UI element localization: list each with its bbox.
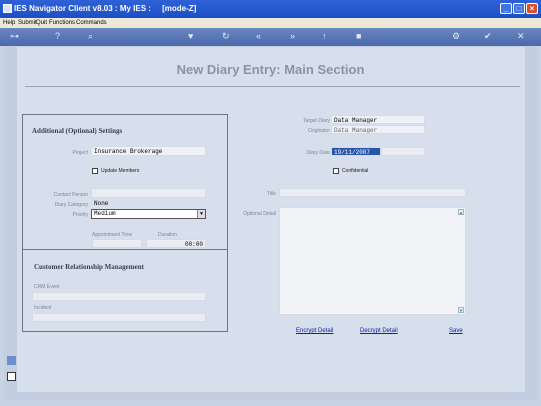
appointment-time-field[interactable]	[92, 239, 142, 248]
menu-functions[interactable]: Functions	[49, 20, 75, 26]
key-icon[interactable]: ⊶	[10, 31, 19, 42]
crm-heading: Customer Relationship Management	[34, 263, 144, 271]
window-mode-text: [mode-Z]	[162, 4, 197, 13]
chevron-down-icon[interactable]: ▼	[197, 210, 205, 218]
minimize-button[interactable]: _	[500, 3, 512, 14]
document-icon[interactable]	[7, 372, 16, 381]
window-title-text: IES Navigator Client v8.03 : My IES :	[14, 4, 151, 13]
priority-label: Priority	[72, 212, 88, 218]
maximize-button[interactable]: □	[513, 3, 525, 14]
menu-commands[interactable]: Commands	[76, 20, 107, 26]
crm-event-label: CRM Event	[34, 284, 60, 290]
diary-date-extra[interactable]	[381, 147, 425, 156]
panel-divider	[22, 249, 228, 250]
settings-heading: Additional (Optional) Settings	[32, 127, 123, 135]
back-icon[interactable]: «	[256, 31, 261, 41]
scroll-up-icon[interactable]: ▲	[458, 209, 464, 215]
window-title: IES Navigator Client v8.03 : My IES : [m…	[14, 4, 196, 13]
diary-date-field[interactable]: 19/11/2007	[331, 147, 381, 156]
confidential-label: Confidential	[342, 168, 369, 174]
window-titlebar: IES Navigator Client v8.03 : My IES : [m…	[0, 0, 541, 18]
cancel-icon[interactable]: ✕	[517, 31, 525, 42]
stop-icon[interactable]: ■	[356, 31, 361, 41]
title-divider	[25, 86, 520, 87]
menu-bar: Help Submit Quit Functions Commands	[0, 18, 541, 28]
accept-icon[interactable]: ✔	[484, 31, 492, 42]
optional-detail-field[interactable]: ▲ ▼	[279, 207, 466, 315]
toolbar: ⊶ ? ⌕ ♥ ↻ « » ↑ ■ ⚙ ✔ ✕	[0, 28, 541, 46]
up-icon[interactable]: ↑	[322, 31, 327, 41]
duration-label: Duration	[158, 232, 177, 238]
title-field[interactable]	[279, 188, 466, 197]
duration-field[interactable]: 00:00	[146, 239, 206, 248]
menu-submit[interactable]: Submit	[18, 20, 37, 26]
priority-select[interactable]: Medium ▼	[91, 209, 206, 219]
update-members-label: Update Members	[101, 168, 140, 174]
settings-icon[interactable]: ⚙	[452, 31, 460, 42]
incident-field[interactable]	[32, 313, 206, 322]
app-icon	[3, 4, 12, 13]
note-icon[interactable]	[7, 356, 16, 365]
scroll-down-icon[interactable]: ▼	[458, 307, 464, 313]
target-diary-field[interactable]: Data Manager	[331, 115, 425, 124]
encrypt-detail-link[interactable]: Encrypt Detail	[296, 328, 333, 334]
optional-detail-label: Optional Detail	[243, 211, 276, 217]
priority-value: Medium	[94, 210, 116, 217]
title-label: Title	[266, 191, 276, 197]
originator-field: Data Manager	[331, 125, 425, 134]
page-title: New Diary Entry: Main Section	[176, 62, 365, 77]
project-label: Project	[72, 150, 88, 156]
contact-person-field[interactable]	[91, 188, 206, 198]
target-diary-label: Target Diary	[303, 118, 330, 124]
detail-scrollbar[interactable]: ▲ ▼	[458, 209, 464, 313]
update-members-checkbox[interactable]	[92, 168, 98, 174]
close-button[interactable]: ×	[526, 3, 538, 14]
decrypt-detail-link[interactable]: Decrypt Detail	[360, 328, 398, 334]
diary-date-label: Diary Date	[306, 150, 330, 156]
refresh-icon[interactable]: ↻	[222, 31, 230, 42]
menu-help[interactable]: Help	[3, 20, 15, 26]
menu-quit[interactable]: Quit	[36, 20, 47, 26]
project-field[interactable]: Insurance Brokerage	[91, 146, 206, 156]
favorite-icon[interactable]: ♥	[188, 31, 193, 41]
appointment-time-label: Appointment Time	[92, 232, 133, 238]
search-icon[interactable]: ⌕	[88, 31, 93, 42]
confidential-checkbox[interactable]	[333, 168, 339, 174]
diary-category-field[interactable]: None	[91, 198, 206, 208]
forward-icon[interactable]: »	[290, 31, 295, 41]
save-link[interactable]: Save	[449, 328, 463, 334]
originator-label: Originator	[308, 128, 330, 134]
diary-category-label: Diary Category	[54, 202, 88, 208]
help-icon[interactable]: ?	[55, 31, 60, 41]
contact-person-label: Contact Person	[53, 192, 88, 198]
crm-event-field[interactable]	[32, 292, 206, 301]
incident-label: Incident	[34, 305, 52, 311]
